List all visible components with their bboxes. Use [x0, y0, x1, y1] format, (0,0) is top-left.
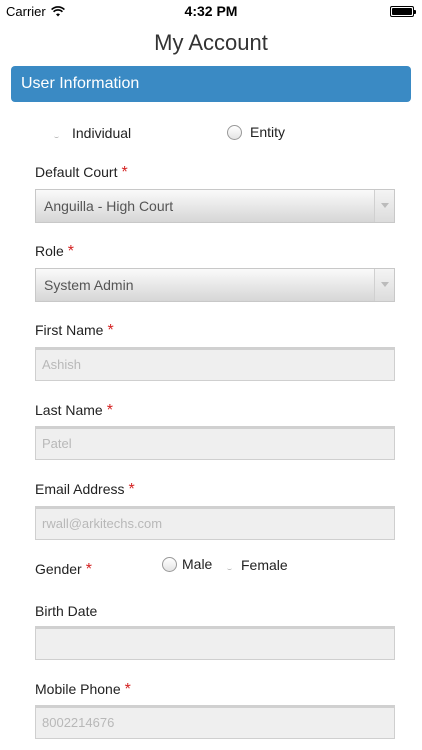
default-court-select[interactable]: Anguilla - High Court	[35, 189, 395, 223]
required-asterisk: *	[85, 561, 92, 578]
radio-individual[interactable]: Individual	[49, 125, 131, 141]
status-bar: Carrier 4:32 PM	[0, 0, 422, 22]
default-court-label: Default Court *	[35, 164, 128, 181]
radio-male[interactable]: Male	[162, 556, 212, 572]
section-header-user-information[interactable]: User Information	[11, 66, 411, 102]
first-name-input[interactable]: Ashish	[35, 347, 395, 381]
default-court-value: Anguilla - High Court	[44, 198, 174, 214]
radio-entity[interactable]: Entity	[227, 124, 285, 140]
radio-entity-label: Entity	[250, 124, 286, 140]
radio-female-label: Female	[241, 557, 288, 573]
battery-icon	[390, 6, 416, 17]
mobile-phone-input[interactable]: 8002214676	[35, 705, 395, 739]
radio-unselected-icon[interactable]	[227, 124, 242, 140]
radio-selected-icon[interactable]	[222, 558, 237, 573]
chevron-down-icon[interactable]	[374, 190, 394, 222]
required-asterisk: *	[67, 243, 75, 260]
role-label: Role *	[35, 243, 75, 260]
radio-selected-icon[interactable]	[49, 126, 64, 141]
role-value: System Admin	[44, 277, 134, 293]
email-label: Email Address *	[35, 481, 135, 498]
mobile-phone-label: Mobile Phone *	[35, 681, 131, 698]
chevron-down-icon[interactable]	[374, 269, 394, 301]
role-select[interactable]: System Admin	[35, 268, 395, 302]
email-input[interactable]: rwall@arkitechs.com	[35, 506, 395, 540]
required-asterisk: *	[107, 322, 114, 339]
birth-date-label: Birth Date	[35, 603, 98, 619]
required-asterisk: *	[106, 402, 113, 419]
birth-date-input[interactable]	[35, 626, 395, 660]
first-name-label: First Name *	[35, 322, 114, 339]
required-asterisk: *	[121, 164, 128, 181]
radio-unselected-icon[interactable]	[162, 556, 177, 572]
required-asterisk: *	[124, 681, 131, 698]
last-name-input[interactable]: Patel	[35, 426, 395, 460]
clock: 4:32 PM	[184, 3, 238, 19]
gender-label: Gender *	[35, 561, 92, 578]
radio-male-label: Male	[182, 556, 213, 572]
radio-individual-label: Individual	[72, 125, 132, 141]
page-title: My Account	[154, 30, 268, 55]
radio-female[interactable]: Female	[222, 557, 288, 573]
last-name-label: Last Name *	[35, 402, 113, 419]
required-asterisk: *	[128, 481, 135, 498]
